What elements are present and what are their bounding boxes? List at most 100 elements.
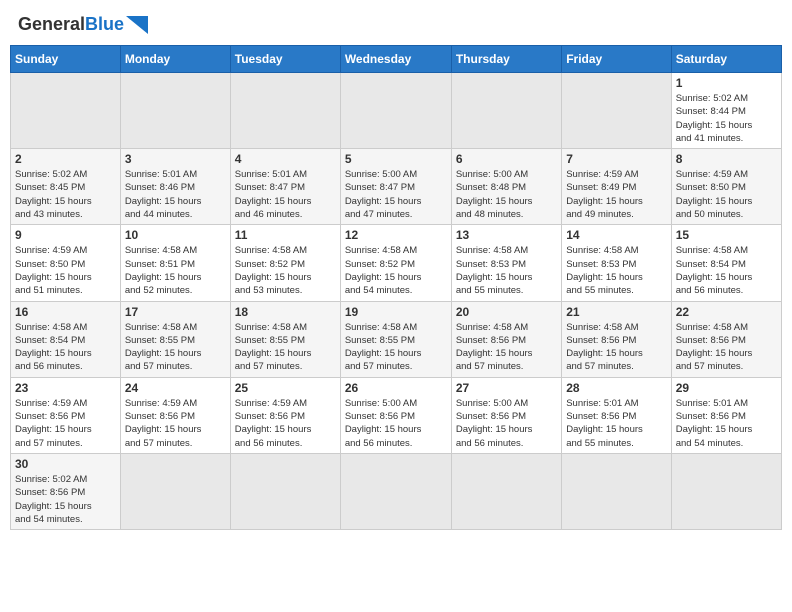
- day-info: Sunrise: 4:58 AM Sunset: 8:54 PM Dayligh…: [15, 321, 116, 374]
- day-info: Sunrise: 5:01 AM Sunset: 8:47 PM Dayligh…: [235, 168, 336, 221]
- calendar-cell: 1 Sunrise: 5:02 AM Sunset: 8:44 PM Daylig…: [671, 73, 781, 149]
- day-info: Sunrise: 5:02 AM Sunset: 8:56 PM Dayligh…: [15, 473, 116, 526]
- day-number: 4: [235, 152, 336, 166]
- calendar-cell: 27Sunrise: 5:00 AM Sunset: 8:56 PM Dayli…: [451, 377, 561, 453]
- calendar-week-4: 16 Sunrise: 4:58 AM Sunset: 8:54 PM Dayli…: [11, 301, 782, 377]
- day-number: 13: [456, 228, 557, 242]
- calendar-cell: [451, 453, 561, 529]
- day-info: Sunrise: 4:58 AM Sunset: 8:56 PM Dayligh…: [566, 321, 666, 374]
- calendar-cell: 16 Sunrise: 4:58 AM Sunset: 8:54 PM Dayli…: [11, 301, 121, 377]
- day-number: 10: [125, 228, 226, 242]
- day-info: Sunrise: 4:58 AM Sunset: 8:55 PM Dayligh…: [345, 321, 447, 374]
- day-info: Sunrise: 5:02 AM Sunset: 8:44 PM Dayligh…: [676, 92, 777, 145]
- day-info: Sunrise: 5:00 AM Sunset: 8:56 PM Dayligh…: [345, 397, 447, 450]
- day-number: 30: [15, 457, 116, 471]
- day-number: 24: [125, 381, 226, 395]
- day-info: Sunrise: 5:00 AM Sunset: 8:48 PM Dayligh…: [456, 168, 557, 221]
- calendar-cell: 26 Sunrise: 5:00 AM Sunset: 8:56 PM Dayli…: [340, 377, 451, 453]
- day-number: 12: [345, 228, 447, 242]
- calendar-cell: [230, 453, 340, 529]
- calendar-week-5: 23Sunrise: 4:59 AM Sunset: 8:56 PM Dayli…: [11, 377, 782, 453]
- weekday-header-friday: Friday: [562, 46, 671, 73]
- weekday-header-saturday: Saturday: [671, 46, 781, 73]
- day-info: Sunrise: 5:01 AM Sunset: 8:56 PM Dayligh…: [676, 397, 777, 450]
- day-number: 5: [345, 152, 447, 166]
- day-number: 1: [676, 76, 777, 90]
- day-info: Sunrise: 4:59 AM Sunset: 8:50 PM Dayligh…: [15, 244, 116, 297]
- calendar-cell: 8 Sunrise: 4:59 AM Sunset: 8:50 PM Daylig…: [671, 149, 781, 225]
- calendar-cell: 20Sunrise: 4:58 AM Sunset: 8:56 PM Dayli…: [451, 301, 561, 377]
- day-number: 17: [125, 305, 226, 319]
- calendar-cell: 11Sunrise: 4:58 AM Sunset: 8:52 PM Dayli…: [230, 225, 340, 301]
- day-number: 3: [125, 152, 226, 166]
- weekday-header-wednesday: Wednesday: [340, 46, 451, 73]
- calendar-cell: 19 Sunrise: 4:58 AM Sunset: 8:55 PM Dayli…: [340, 301, 451, 377]
- calendar-cell: 10 Sunrise: 4:58 AM Sunset: 8:51 PM Dayli…: [120, 225, 230, 301]
- weekday-header-monday: Monday: [120, 46, 230, 73]
- day-number: 22: [676, 305, 777, 319]
- day-info: Sunrise: 4:58 AM Sunset: 8:54 PM Dayligh…: [676, 244, 777, 297]
- calendar-week-1: 1 Sunrise: 5:02 AM Sunset: 8:44 PM Daylig…: [11, 73, 782, 149]
- day-info: Sunrise: 5:00 AM Sunset: 8:56 PM Dayligh…: [456, 397, 557, 450]
- calendar-cell: 6Sunrise: 5:00 AM Sunset: 8:48 PM Daylig…: [451, 149, 561, 225]
- calendar-cell: 22Sunrise: 4:58 AM Sunset: 8:56 PM Dayli…: [671, 301, 781, 377]
- day-number: 16: [15, 305, 116, 319]
- day-number: 26: [345, 381, 447, 395]
- calendar-cell: 14Sunrise: 4:58 AM Sunset: 8:53 PM Dayli…: [562, 225, 671, 301]
- day-info: Sunrise: 4:58 AM Sunset: 8:52 PM Dayligh…: [235, 244, 336, 297]
- day-info: Sunrise: 5:00 AM Sunset: 8:47 PM Dayligh…: [345, 168, 447, 221]
- calendar-week-2: 2Sunrise: 5:02 AM Sunset: 8:45 PM Daylig…: [11, 149, 782, 225]
- day-info: Sunrise: 4:58 AM Sunset: 8:52 PM Dayligh…: [345, 244, 447, 297]
- calendar-cell: [230, 73, 340, 149]
- calendar-table: SundayMondayTuesdayWednesdayThursdayFrid…: [10, 45, 782, 530]
- calendar-cell: [562, 73, 671, 149]
- weekday-header-tuesday: Tuesday: [230, 46, 340, 73]
- calendar-cell: 21Sunrise: 4:58 AM Sunset: 8:56 PM Dayli…: [562, 301, 671, 377]
- calendar-cell: 3 Sunrise: 5:01 AM Sunset: 8:46 PM Daylig…: [120, 149, 230, 225]
- logo-text-general: General: [18, 14, 85, 35]
- day-number: 8: [676, 152, 777, 166]
- day-number: 2: [15, 152, 116, 166]
- logo: General Blue: [18, 14, 148, 35]
- calendar-cell: 24Sunrise: 4:59 AM Sunset: 8:56 PM Dayli…: [120, 377, 230, 453]
- day-number: 28: [566, 381, 666, 395]
- day-number: 18: [235, 305, 336, 319]
- calendar-cell: 2Sunrise: 5:02 AM Sunset: 8:45 PM Daylig…: [11, 149, 121, 225]
- weekday-header-thursday: Thursday: [451, 46, 561, 73]
- calendar-cell: [11, 73, 121, 149]
- calendar-cell: 15 Sunrise: 4:58 AM Sunset: 8:54 PM Dayli…: [671, 225, 781, 301]
- day-number: 14: [566, 228, 666, 242]
- calendar-cell: 4 Sunrise: 5:01 AM Sunset: 8:47 PM Daylig…: [230, 149, 340, 225]
- day-info: Sunrise: 5:01 AM Sunset: 8:56 PM Dayligh…: [566, 397, 666, 450]
- day-number: 7: [566, 152, 666, 166]
- logo-text-blue: Blue: [85, 14, 124, 35]
- day-info: Sunrise: 4:59 AM Sunset: 8:56 PM Dayligh…: [15, 397, 116, 450]
- day-info: Sunrise: 4:58 AM Sunset: 8:51 PM Dayligh…: [125, 244, 226, 297]
- calendar-cell: 17 Sunrise: 4:58 AM Sunset: 8:55 PM Dayli…: [120, 301, 230, 377]
- day-number: 20: [456, 305, 557, 319]
- logo-icon: [126, 16, 148, 34]
- calendar-week-6: 30 Sunrise: 5:02 AM Sunset: 8:56 PM Dayli…: [11, 453, 782, 529]
- page-header: General Blue: [10, 10, 782, 39]
- day-info: Sunrise: 4:58 AM Sunset: 8:55 PM Dayligh…: [235, 321, 336, 374]
- calendar-cell: 29Sunrise: 5:01 AM Sunset: 8:56 PM Dayli…: [671, 377, 781, 453]
- calendar-cell: [120, 73, 230, 149]
- calendar-cell: 9Sunrise: 4:59 AM Sunset: 8:50 PM Daylig…: [11, 225, 121, 301]
- day-info: Sunrise: 4:59 AM Sunset: 8:49 PM Dayligh…: [566, 168, 666, 221]
- calendar-header-row: SundayMondayTuesdayWednesdayThursdayFrid…: [11, 46, 782, 73]
- calendar-cell: 18 Sunrise: 4:58 AM Sunset: 8:55 PM Dayli…: [230, 301, 340, 377]
- calendar-cell: 25 Sunrise: 4:59 AM Sunset: 8:56 PM Dayli…: [230, 377, 340, 453]
- calendar-cell: 23Sunrise: 4:59 AM Sunset: 8:56 PM Dayli…: [11, 377, 121, 453]
- day-info: Sunrise: 4:59 AM Sunset: 8:56 PM Dayligh…: [235, 397, 336, 450]
- calendar-cell: 12 Sunrise: 4:58 AM Sunset: 8:52 PM Dayli…: [340, 225, 451, 301]
- day-info: Sunrise: 4:58 AM Sunset: 8:55 PM Dayligh…: [125, 321, 226, 374]
- day-info: Sunrise: 5:01 AM Sunset: 8:46 PM Dayligh…: [125, 168, 226, 221]
- day-number: 25: [235, 381, 336, 395]
- day-number: 15: [676, 228, 777, 242]
- calendar-cell: [671, 453, 781, 529]
- calendar-cell: [562, 453, 671, 529]
- day-info: Sunrise: 4:59 AM Sunset: 8:50 PM Dayligh…: [676, 168, 777, 221]
- weekday-header-sunday: Sunday: [11, 46, 121, 73]
- day-number: 19: [345, 305, 447, 319]
- calendar-cell: 5 Sunrise: 5:00 AM Sunset: 8:47 PM Daylig…: [340, 149, 451, 225]
